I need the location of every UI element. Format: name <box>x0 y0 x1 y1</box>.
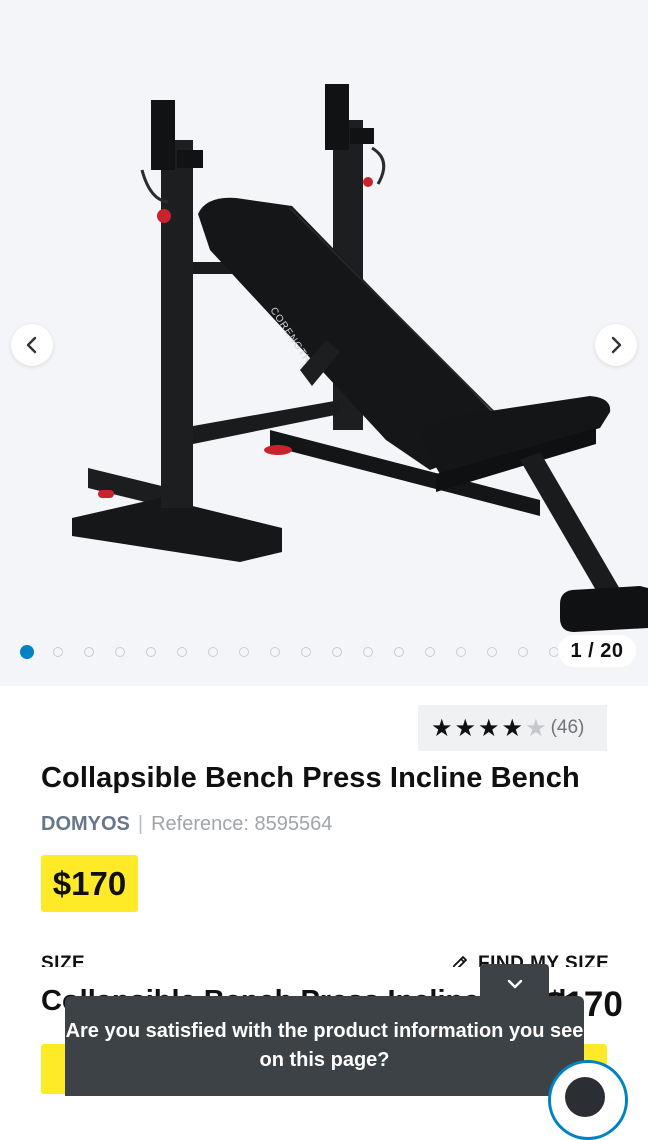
product-image-gallery[interactable]: CORENGTH 1 / 20 <box>0 0 648 686</box>
product-reference: Reference: 8595564 <box>151 813 333 835</box>
gallery-dot[interactable] <box>20 645 34 659</box>
gallery-pagination-dots <box>20 645 642 659</box>
gallery-dot[interactable] <box>239 647 249 657</box>
star-empty-icon: ★ <box>525 714 547 742</box>
star-filled-icon: ★ <box>501 714 524 742</box>
chevron-left-icon <box>26 336 37 354</box>
chevron-right-icon <box>611 336 622 354</box>
gallery-dot[interactable] <box>84 647 94 657</box>
size-label: SIZE <box>41 953 86 967</box>
star-filled-icon: ★ <box>431 714 453 742</box>
gallery-counter: 1 / 20 <box>558 635 636 667</box>
star-filled-icon: ★ <box>454 714 477 742</box>
gallery-dot[interactable] <box>363 647 373 657</box>
rating-count: (46) <box>550 717 585 738</box>
gallery-prev-button[interactable] <box>11 324 53 366</box>
product-image: CORENGTH <box>72 84 648 632</box>
gallery-dot[interactable] <box>332 647 342 657</box>
gallery-dot[interactable] <box>270 647 280 657</box>
gallery-dot[interactable] <box>146 647 156 657</box>
star-filled-icon: ★ <box>478 714 500 742</box>
product-title: Collapsible Bench Press Incline Bench <box>41 762 580 794</box>
rating-stars: ★ ★ ★ ★ ★ <box>431 716 549 740</box>
gallery-dot[interactable] <box>425 647 435 657</box>
chat-assistant-button[interactable] <box>548 1060 628 1140</box>
survey-question: Are you satisfied with the product infor… <box>65 1020 584 1071</box>
ruler-pencil-icon <box>452 956 467 967</box>
rating-summary[interactable]: ★ ★ ★ ★ ★ (46) <box>418 705 607 751</box>
separator: | <box>137 813 144 835</box>
price-badge: $170 <box>41 855 138 912</box>
brand-name[interactable]: DOMYOS <box>41 813 130 836</box>
gallery-dot[interactable] <box>394 647 404 657</box>
brand-reference-line: DOMYOS | Reference: 8595564 <box>41 813 332 836</box>
gallery-dot[interactable] <box>456 647 466 657</box>
gallery-dot[interactable] <box>115 647 125 657</box>
gallery-dot[interactable] <box>208 647 218 657</box>
gallery-dot[interactable] <box>518 647 528 657</box>
chevron-down-icon <box>507 979 522 989</box>
satisfaction-survey-panel[interactable]: Are you satisfied with the product infor… <box>65 996 584 1096</box>
gallery-dot[interactable] <box>487 647 497 657</box>
chat-assistant-icon <box>565 1077 605 1117</box>
gallery-dot[interactable] <box>301 647 311 657</box>
gallery-dot[interactable] <box>53 647 63 657</box>
gallery-next-button[interactable] <box>595 324 637 366</box>
gallery-dot[interactable] <box>177 647 187 657</box>
